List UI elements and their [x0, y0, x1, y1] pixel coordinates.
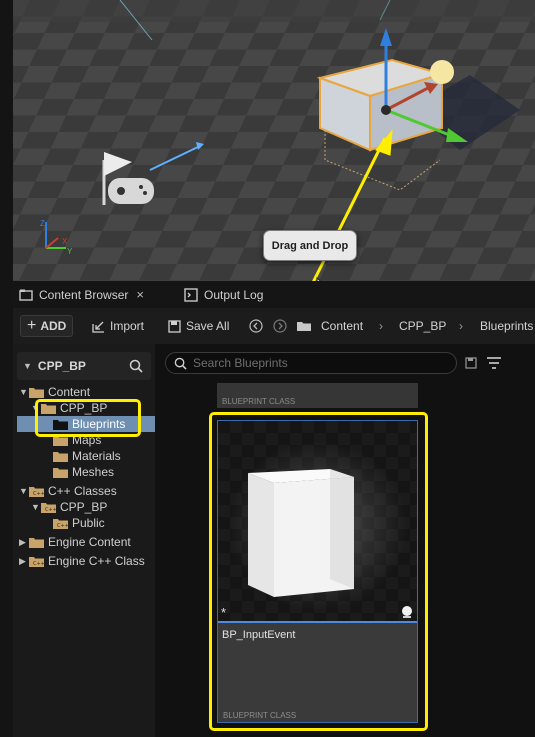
path-folder-icon [296, 308, 312, 344]
tree-item-label: CPP_BP [60, 500, 108, 514]
panel-tab-bar: Content Browser × Output Log [13, 281, 535, 308]
collapse-arrow-icon[interactable]: ▼ [23, 361, 32, 371]
cpp-folder-icon: C++ [41, 502, 56, 513]
breadcrumb-content[interactable]: Content [321, 308, 363, 344]
forward-arrow-icon [273, 319, 287, 333]
save-search-icon[interactable] [465, 357, 477, 369]
svg-text:C++: C++ [33, 561, 44, 567]
collapsed-arrow-icon[interactable]: ▶ [19, 537, 29, 548]
cpp-folder-icon: C++ [29, 556, 44, 567]
folder-icon [53, 451, 68, 462]
search-icon[interactable] [129, 359, 143, 373]
filter-icon[interactable] [485, 355, 505, 371]
save-icon [168, 319, 181, 333]
tab-output-log[interactable]: Output Log [184, 281, 263, 308]
tab-content-browser[interactable]: Content Browser × [19, 281, 144, 308]
breadcrumb-cpp-bp[interactable]: CPP_BP [399, 308, 446, 344]
add-button[interactable]: + ADD [20, 315, 74, 337]
folder-icon [53, 467, 68, 478]
search-input[interactable]: Search Blueprints [165, 352, 457, 374]
tree-item-cpp-classes[interactable]: ▼ C++ C++ Classes [17, 483, 155, 499]
tree-item-label: Engine Content [48, 535, 131, 549]
tree-item-label: Public [72, 516, 105, 530]
output-log-icon [184, 287, 198, 302]
save-all-button-label: Save All [186, 319, 230, 333]
folder-open-icon [29, 387, 44, 398]
blueprints-folder-highlight [35, 399, 141, 437]
cpp-folder-icon: C++ [29, 486, 44, 497]
tree-item-engine-cpp-classes[interactable]: ▶ C++ Engine C++ Class [17, 553, 155, 569]
content-browser-icon [19, 289, 33, 301]
search-placeholder: Search Blueprints [193, 356, 288, 370]
sources-header[interactable]: ▼ CPP_BP [17, 352, 151, 380]
add-button-label: ADD [40, 319, 67, 333]
tree-item-engine-content[interactable]: ▶ Engine Content [17, 534, 155, 550]
svg-text:C++: C++ [57, 523, 68, 529]
close-icon[interactable]: × [136, 287, 144, 302]
asset-card-highlight [209, 412, 428, 731]
tree-item-label: Content [48, 385, 91, 399]
back-arrow-icon [249, 319, 263, 333]
import-button[interactable]: Import [92, 308, 144, 344]
svg-text:Y: Y [67, 247, 73, 256]
cpp-folder-icon: C++ [53, 518, 68, 529]
drag-drop-tooltip: Drag and Drop [263, 230, 357, 261]
save-all-button[interactable]: Save All [168, 308, 229, 344]
tab-content-browser-label: Content Browser [39, 287, 129, 302]
svg-text:Z: Z [40, 219, 45, 228]
tab-output-log-label: Output Log [204, 287, 264, 302]
svg-text:C++: C++ [33, 491, 44, 497]
plus-icon: + [27, 317, 37, 334]
content-browser-toolbar: + ADD Import Save All Content › CPP_BP ›… [13, 308, 535, 344]
breadcrumb-blueprints[interactable]: Blueprints [480, 308, 533, 344]
svg-text:C++: C++ [45, 507, 56, 513]
tree-item-label: Engine C++ Class [48, 554, 145, 568]
tree-item-materials[interactable]: Materials [17, 448, 155, 464]
level-viewport[interactable]: X Y Z Drag and Drop [0, 0, 535, 281]
tree-item-cpp-bp-classes[interactable]: ▼ C++ CPP_BP [17, 499, 155, 515]
left-gutter [0, 0, 13, 737]
breadcrumb-separator-icon: › [379, 319, 383, 333]
svg-text:X: X [62, 237, 68, 246]
asset-type-label: BLUEPRINT CLASS [222, 397, 296, 406]
import-icon [92, 321, 104, 333]
tree-item-label: Meshes [72, 465, 115, 479]
search-icon [174, 357, 187, 370]
expanded-arrow-icon[interactable]: ▼ [31, 502, 41, 512]
tree-item-public[interactable]: C++ Public [17, 515, 155, 531]
breadcrumb-separator-icon: › [459, 319, 463, 333]
folder-icon [29, 537, 44, 548]
tree-item-label: Materials [72, 449, 121, 463]
expanded-arrow-icon[interactable]: ▼ [19, 387, 29, 397]
history-back-button[interactable] [249, 308, 263, 344]
history-forward-button[interactable] [273, 308, 287, 344]
collapsed-arrow-icon[interactable]: ▶ [19, 556, 29, 567]
expanded-arrow-icon[interactable]: ▼ [19, 486, 29, 496]
import-button-label: Import [110, 319, 145, 333]
tree-item-label: C++ Classes [48, 484, 117, 498]
tree-item-meshes[interactable]: Meshes [17, 464, 155, 480]
sources-title: CPP_BP [37, 359, 86, 373]
asset-card-above[interactable]: BLUEPRINT CLASS [217, 383, 418, 408]
tree-item-content[interactable]: ▼ Content [17, 384, 155, 400]
